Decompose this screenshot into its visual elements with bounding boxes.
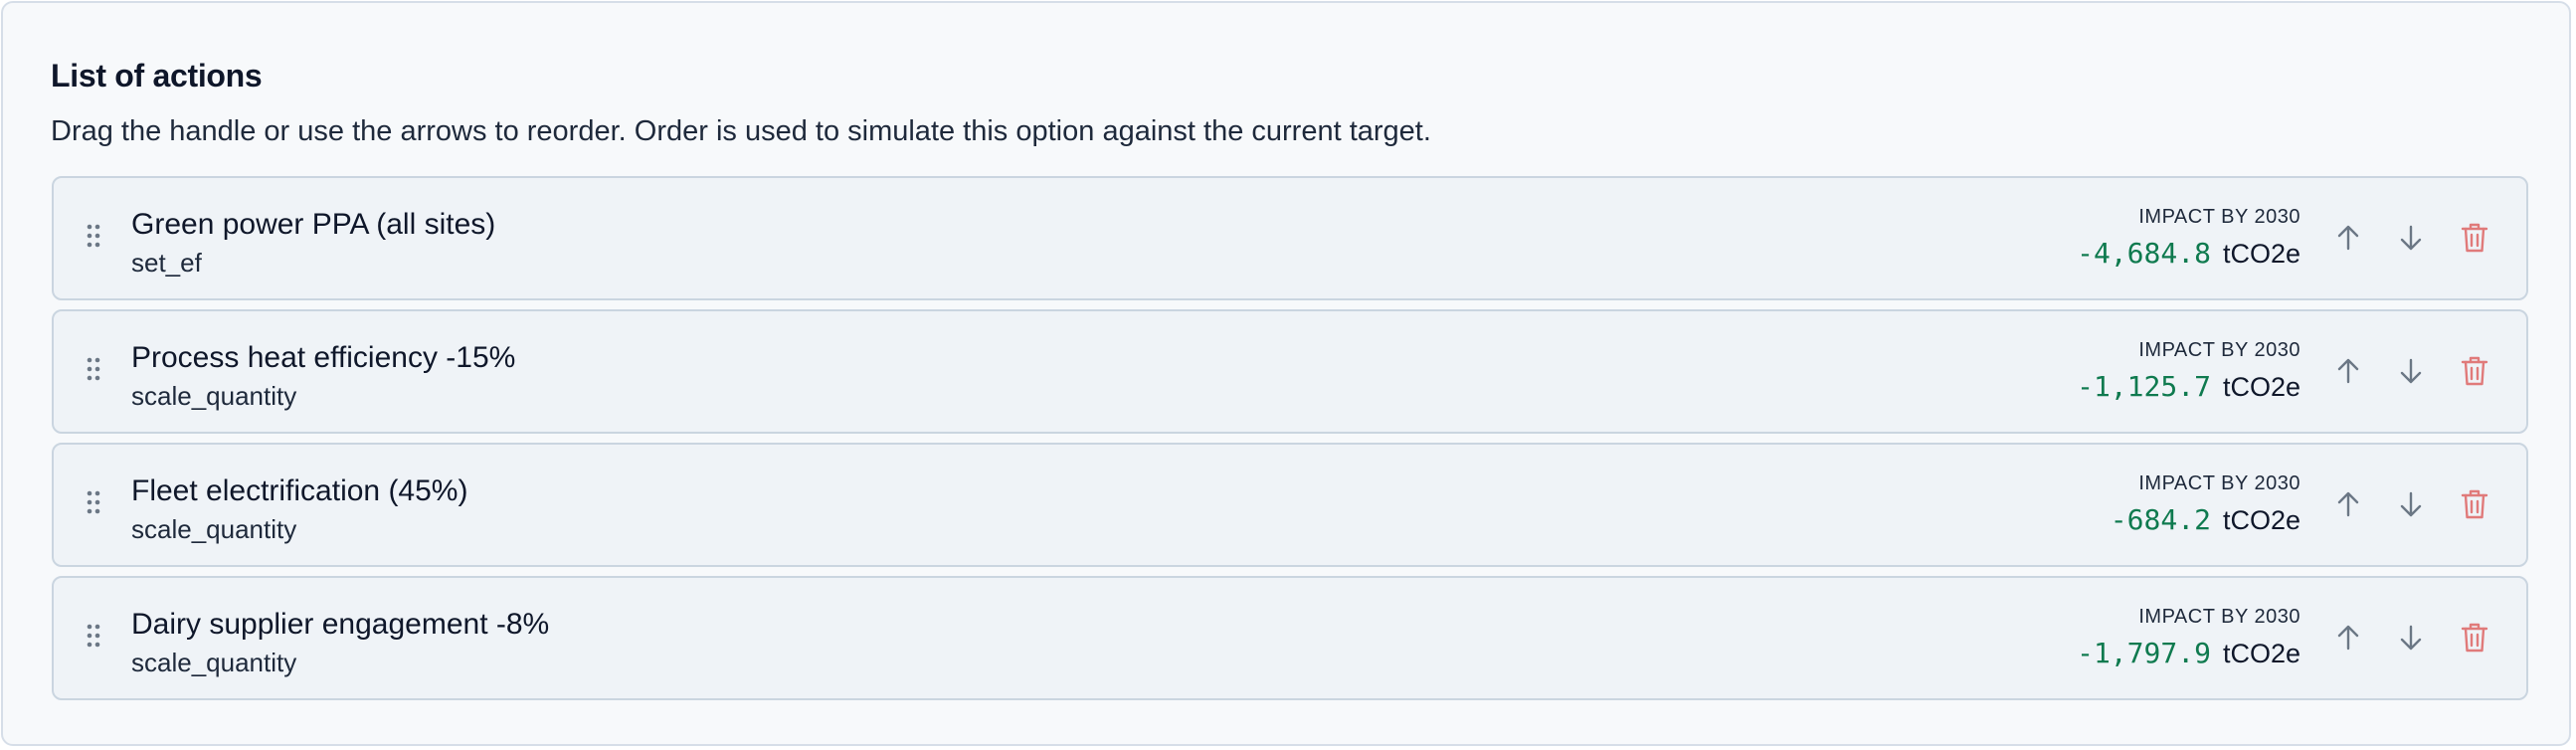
delete-button[interactable] xyxy=(2457,620,2492,656)
move-up-button[interactable] xyxy=(2330,220,2366,256)
drag-handle-icon[interactable] xyxy=(87,224,100,248)
page-description: Drag the handle or use the arrows to reo… xyxy=(51,115,1431,147)
delete-button[interactable] xyxy=(2457,486,2492,522)
action-name: Green power PPA (all sites) xyxy=(131,208,496,241)
delete-button[interactable] xyxy=(2457,353,2492,389)
arrow-up-icon xyxy=(2337,625,2359,651)
move-down-button[interactable] xyxy=(2393,620,2429,656)
action-type: scale_quantity xyxy=(131,381,297,411)
action-name: Fleet electrification (45%) xyxy=(131,474,468,507)
arrow-up-icon xyxy=(2337,225,2359,251)
arrow-down-icon xyxy=(2400,625,2422,651)
move-up-button[interactable] xyxy=(2330,620,2366,656)
arrow-down-icon xyxy=(2400,225,2422,251)
action-type: set_ef xyxy=(131,248,202,278)
impact-unit: tCO2e xyxy=(2222,239,2300,269)
impact-unit: tCO2e xyxy=(2222,372,2300,402)
action-type: scale_quantity xyxy=(131,648,297,677)
move-up-button[interactable] xyxy=(2330,486,2366,522)
impact-label: IMPACT BY 2030 xyxy=(2138,472,2300,494)
arrow-up-icon xyxy=(2337,358,2359,384)
impact-value: -684.2 xyxy=(2110,503,2211,536)
delete-button[interactable] xyxy=(2457,220,2492,256)
action-row[interactable]: Process heat efficiency -15% scale_quant… xyxy=(52,309,2528,434)
impact-summary: IMPACT BY 2030 -1,125.7 tCO2e xyxy=(2077,339,2300,403)
drag-handle-icon[interactable] xyxy=(87,624,100,648)
impact-value: -1,797.9 xyxy=(2077,637,2211,669)
move-down-button[interactable] xyxy=(2393,486,2429,522)
arrow-down-icon xyxy=(2400,491,2422,517)
impact-value: -4,684.8 xyxy=(2077,237,2211,270)
impact-unit: tCO2e xyxy=(2222,505,2300,535)
impact-label: IMPACT BY 2030 xyxy=(2138,206,2300,228)
page-title: List of actions xyxy=(51,58,263,94)
arrow-down-icon xyxy=(2400,358,2422,384)
move-down-button[interactable] xyxy=(2393,353,2429,389)
action-row[interactable]: Dairy supplier engagement -8% scale_quan… xyxy=(52,576,2528,700)
impact-label: IMPACT BY 2030 xyxy=(2138,606,2300,628)
move-down-button[interactable] xyxy=(2393,220,2429,256)
impact-summary: IMPACT BY 2030 -1,797.9 tCO2e xyxy=(2077,606,2300,669)
actions-panel: List of actions Drag the handle or use t… xyxy=(1,1,2571,746)
trash-icon xyxy=(2461,489,2488,519)
trash-icon xyxy=(2461,356,2488,386)
action-type: scale_quantity xyxy=(131,514,297,544)
action-name: Dairy supplier engagement -8% xyxy=(131,608,550,641)
impact-unit: tCO2e xyxy=(2222,639,2300,668)
impact-value: -1,125.7 xyxy=(2077,370,2211,403)
arrow-up-icon xyxy=(2337,491,2359,517)
impact-summary: IMPACT BY 2030 -4,684.8 tCO2e xyxy=(2077,206,2300,270)
trash-icon xyxy=(2461,623,2488,653)
move-up-button[interactable] xyxy=(2330,353,2366,389)
drag-handle-icon[interactable] xyxy=(87,490,100,514)
action-row[interactable]: Fleet electrification (45%) scale_quanti… xyxy=(52,443,2528,567)
action-row[interactable]: Green power PPA (all sites) set_ef IMPAC… xyxy=(52,176,2528,300)
actions-list: Green power PPA (all sites) set_ef IMPAC… xyxy=(52,176,2528,709)
trash-icon xyxy=(2461,223,2488,253)
impact-label: IMPACT BY 2030 xyxy=(2138,339,2300,361)
drag-handle-icon[interactable] xyxy=(87,357,100,381)
impact-summary: IMPACT BY 2030 -684.2 tCO2e xyxy=(2111,472,2300,536)
action-name: Process heat efficiency -15% xyxy=(131,341,516,374)
